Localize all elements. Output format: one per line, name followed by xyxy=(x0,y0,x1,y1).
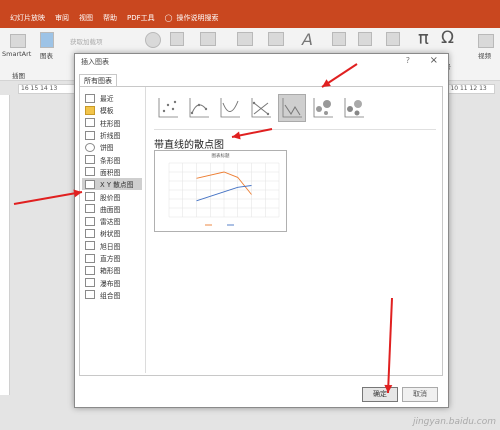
red-arrow-3 xyxy=(13,191,83,205)
annotation-arrows xyxy=(13,63,393,394)
red-arrowhead-3 xyxy=(73,189,82,198)
red-arrowhead-4 xyxy=(384,384,393,393)
red-arrowhead-2 xyxy=(232,131,241,140)
red-arrow-4 xyxy=(387,297,393,394)
watermark: jingyan.baidu.com xyxy=(412,417,496,427)
